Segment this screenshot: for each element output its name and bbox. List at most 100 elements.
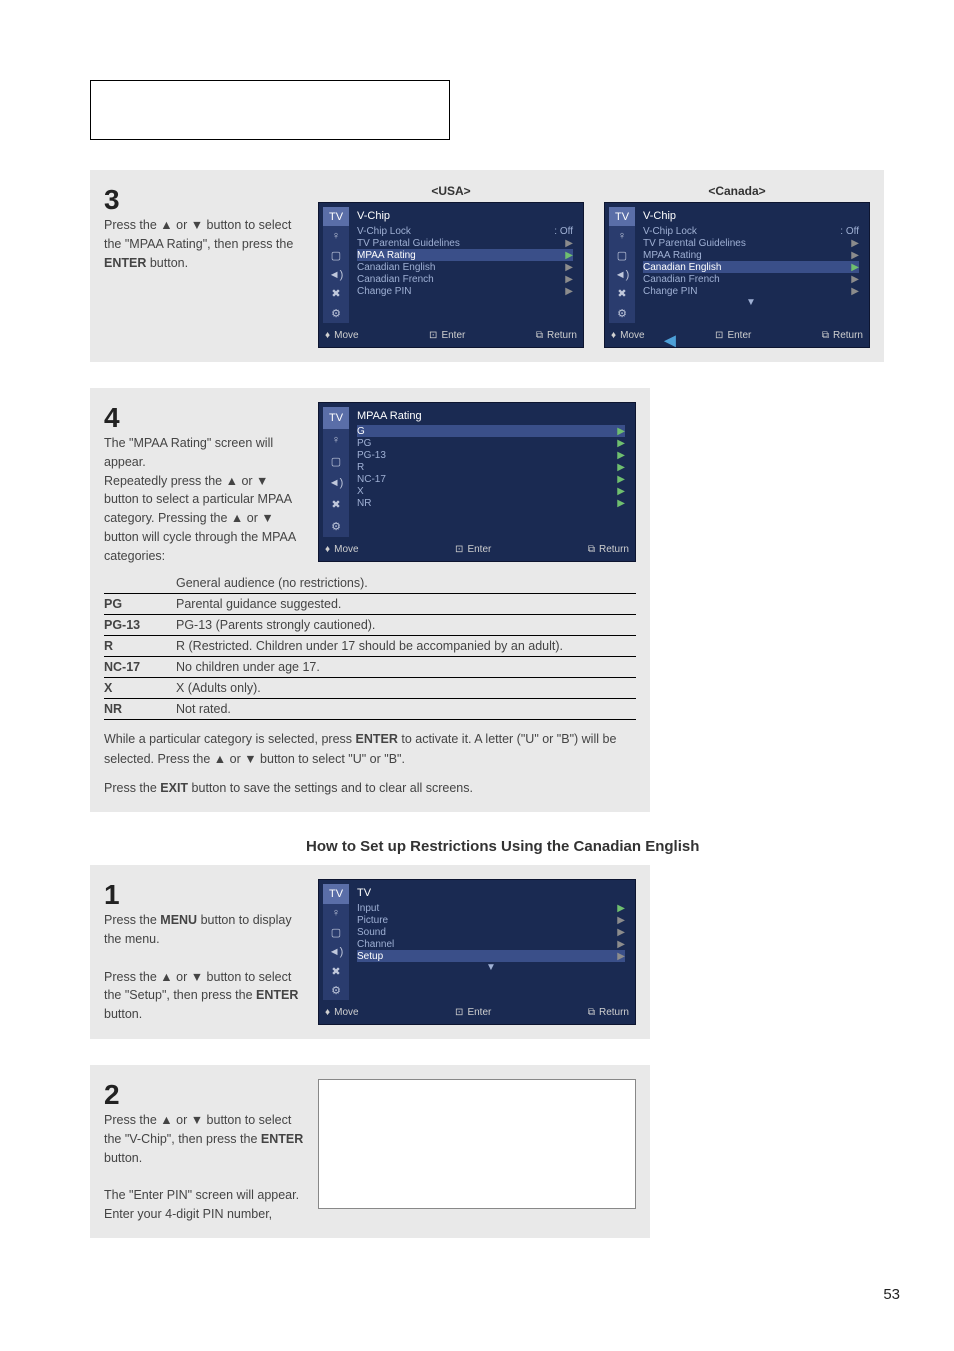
osd-line: NC-17▶ (357, 473, 625, 485)
sliders-icon: ⚙ (323, 304, 349, 323)
tools-icon: ✖ (323, 494, 349, 516)
tools-icon: ✖ (609, 284, 635, 303)
antenna-icon: ♀ (323, 904, 349, 923)
rating-row: NC-17No children under age 17. (104, 657, 636, 678)
enter-icon: ⊡ (455, 1007, 463, 1018)
screen-icon: ▢ (323, 450, 349, 472)
move-icon: ♦ (325, 330, 330, 341)
activate-note: While a particular category is selected,… (104, 730, 636, 769)
osd-main: V-Chip V-Chip Lock: OffTV Parental Guide… (639, 207, 863, 323)
side-tv-icon: TV (323, 207, 349, 226)
osd-line: Channel▶ (357, 938, 625, 950)
osd-title: MPAA Rating (357, 410, 625, 422)
menu-label: MENU (160, 913, 197, 927)
return-icon: ⧉ (588, 1007, 595, 1018)
step-number: 4 (104, 402, 304, 434)
rating-row: PGParental guidance suggested. (104, 594, 636, 615)
osd-line: Canadian French▶ (357, 273, 573, 285)
osd-line: Change PIN▶ (357, 285, 573, 297)
step-1b-text: Press the MENU button to display the men… (104, 911, 304, 1024)
rating-row: XX (Adults only). (104, 678, 636, 699)
text-part: Press the ▲ or ▼ button to select the "M… (104, 218, 293, 251)
pin-entry-placeholder (318, 1079, 636, 1209)
speaker-icon: ◄) (323, 942, 349, 961)
rating-row: RR (Restricted. Children under 17 should… (104, 636, 636, 657)
text-part: button. (146, 256, 188, 270)
osd-line: Picture▶ (357, 914, 625, 926)
side-tv-icon: TV (609, 207, 635, 226)
osd-line: Canadian English▶ (357, 261, 573, 273)
exit-label: EXIT (160, 781, 188, 795)
osd-sidebar: TV ♀ ▢ ◄) ✖ ⚙ (323, 407, 349, 537)
osd-title: V-Chip (643, 210, 859, 222)
osd-line: V-Chip Lock: Off (357, 225, 573, 237)
left-arrow-icon: ◄ (660, 330, 680, 353)
down-arrow-icon: ▼ (357, 962, 625, 973)
enter-icon: ⊡ (455, 544, 463, 555)
osd-mpaa: TV ♀ ▢ ◄) ✖ ⚙ MPAA Rating G▶PG▶PG-13▶R▶N… (318, 402, 636, 562)
rating-table: General audience (no restrictions).PGPar… (104, 573, 636, 720)
osd-bottom-bar: ♦Move ⊡Enter ⧉Return (611, 327, 863, 343)
step-3-text: Press the ▲ or ▼ button to select the "M… (104, 216, 304, 272)
enter-label: Enter (441, 330, 465, 341)
enter-label: ENTER (256, 988, 298, 1002)
rating-code: NR (104, 702, 176, 716)
step-1b-block: 1 Press the MENU button to display the m… (90, 865, 650, 1039)
canada-label: <Canada> (604, 184, 870, 198)
enter-label: ENTER (356, 732, 398, 746)
rating-desc: R (Restricted. Children under 17 should … (176, 639, 563, 653)
text-part: Press the (104, 781, 160, 795)
text-part: The "Enter PIN" screen will appear. Ente… (104, 1188, 299, 1221)
rating-desc: PG-13 (Parents strongly cautioned). (176, 618, 375, 632)
enter-label: ENTER (261, 1132, 303, 1146)
return-icon: ⧉ (588, 544, 595, 555)
osd-line: TV Parental Guidelines▶ (643, 237, 859, 249)
osd-setup: TV ♀ ▢ ◄) ✖ ⚙ TV Input▶Picture▶Sound▶Cha… (318, 879, 636, 1025)
osd-bottom-bar: ♦Move ⊡Enter ⧉Return (325, 327, 577, 343)
osd-main: MPAA Rating G▶PG▶PG-13▶R▶NC-17▶X▶NR▶ (353, 407, 629, 537)
text-part: button to save the settings and to clear… (188, 781, 473, 795)
side-tv-icon: TV (323, 884, 349, 903)
down-arrow-icon: ▼ (643, 297, 859, 308)
text-part: button. (104, 1151, 142, 1165)
step-number: 1 (104, 879, 304, 911)
sliders-icon: ⚙ (323, 515, 349, 537)
speaker-icon: ◄) (609, 265, 635, 284)
enter-label: Enter (467, 1007, 491, 1018)
osd-main: V-Chip V-Chip Lock: OffTV Parental Guide… (353, 207, 577, 323)
rating-desc: X (Adults only). (176, 681, 261, 695)
osd-line: G▶ (357, 425, 625, 437)
osd-line: Sound▶ (357, 926, 625, 938)
move-label: Move (620, 330, 644, 341)
osd-line: Canadian English▶ (643, 261, 859, 273)
move-icon: ♦ (325, 544, 330, 555)
section-title: How to Set up Restrictions Using the Can… (306, 838, 884, 855)
exit-note: Press the EXIT button to save the settin… (104, 779, 636, 798)
sliders-icon: ⚙ (609, 304, 635, 323)
step-2b-text: Press the ▲ or ▼ button to select the "V… (104, 1111, 304, 1224)
return-label: Return (547, 330, 577, 341)
rating-row: PG-13PG-13 (Parents strongly cautioned). (104, 615, 636, 636)
osd-title: TV (357, 887, 625, 899)
antenna-icon: ♀ (609, 226, 635, 245)
rating-row: General audience (no restrictions). (104, 573, 636, 594)
osd-usa: TV ♀ ▢ ◄) ✖ ⚙ V-Chip V-Chip Lock: OffTV … (318, 202, 584, 348)
tools-icon: ✖ (323, 962, 349, 981)
speaker-icon: ◄) (323, 472, 349, 494)
text-part: While a particular category is selected,… (104, 732, 356, 746)
step-3-block: 3 Press the ▲ or ▼ button to select the … (90, 170, 884, 362)
text-part: Press the (104, 913, 160, 927)
move-icon: ♦ (325, 1007, 330, 1018)
rating-code: PG-13 (104, 618, 176, 632)
osd-line: X▶ (357, 485, 625, 497)
step-2b-block: 2 Press the ▲ or ▼ button to select the … (90, 1065, 650, 1238)
screen-icon: ▢ (323, 923, 349, 942)
osd-line: MPAA Rating▶ (643, 249, 859, 261)
osd-line: TV Parental Guidelines▶ (357, 237, 573, 249)
enter-label: ENTER (104, 256, 146, 270)
osd-line: NR▶ (357, 497, 625, 509)
rating-row: NRNot rated. (104, 699, 636, 720)
text-part: button. (104, 1007, 142, 1021)
step-number: 3 (104, 184, 304, 216)
screen-icon: ▢ (323, 246, 349, 265)
